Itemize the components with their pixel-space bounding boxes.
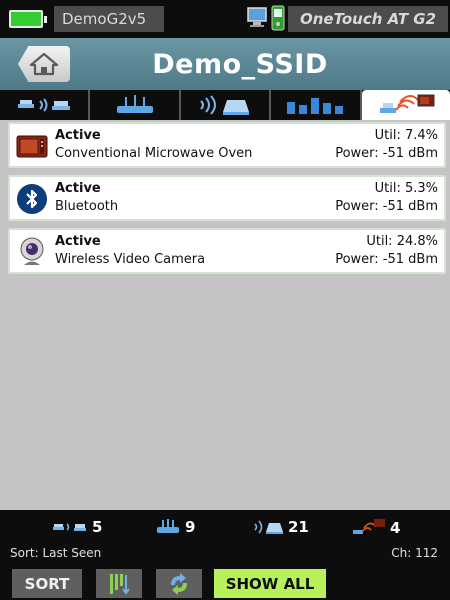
sort-status: Sort: Last Seen [10,546,102,560]
access-point-icon [157,519,179,533]
home-button[interactable] [18,46,70,82]
list-item[interactable]: Active Bluetooth Util: 5.3% Power: -51 d… [8,175,446,221]
tab-access-points[interactable] [90,90,181,120]
access-points-count[interactable]: 9 [155,518,195,536]
access-point-icon [116,95,153,113]
channel-signal-icon [200,95,250,115]
battery-icon [9,10,47,28]
channel-status: Ch: 112 [391,546,438,560]
channels-count-value: 21 [288,518,309,536]
wireless-clients-icon [53,523,86,531]
item-power: Power: -51 dBm [335,146,438,161]
device-name: DemoG2v5 [54,6,164,32]
video-camera-icon [20,237,44,265]
tab-channel-utilization[interactable] [271,90,362,120]
refresh-button[interactable] [156,569,202,598]
bluetooth-icon [17,184,47,214]
show-all-button[interactable]: SHOW ALL [214,569,326,598]
item-status: Active [55,128,101,143]
sort-button[interactable]: SORT [12,569,82,598]
interferer-icon [379,94,435,113]
home-icon [29,52,59,76]
clients-count[interactable]: 5 [52,518,102,536]
wireless-clients-icon [18,98,71,112]
interferers-count-value: 4 [390,519,401,537]
microwave-oven-icon [16,135,48,158]
channels-count[interactable]: 21 [252,518,309,536]
item-util: Util: 5.3% [374,181,438,196]
tab-channels[interactable] [181,90,272,120]
list-item[interactable]: Active Wireless Video Camera Util: 24.8%… [8,228,446,274]
list-item[interactable]: Active Conventional Microwave Oven Util:… [8,122,446,168]
summary-counts: 5 9 21 4 [0,516,450,540]
item-util: Util: 7.4% [374,128,438,143]
status-bar: DemoG2v5 OneTouch AT G2 [0,0,450,38]
refresh-icon [171,572,187,595]
page-title: Demo_SSID [152,48,328,80]
title-bar: Demo_SSID [0,38,450,90]
item-name: Wireless Video Camera [55,252,206,267]
item-status: Active [55,181,101,196]
filter-button[interactable] [96,569,142,598]
product-name: OneTouch AT G2 [288,6,448,32]
footer: 5 9 21 4 Sort: Last Seen Ch: 112 SORT SH… [0,510,450,600]
item-util: Util: 24.8% [366,234,438,249]
filter-icon [110,573,130,595]
item-status: Active [55,234,101,249]
access-points-count-value: 9 [185,518,196,536]
channel-signal-icon [254,520,283,534]
clients-count-value: 5 [92,518,103,536]
item-power: Power: -51 dBm [335,252,438,267]
bar-chart-icon [287,98,344,114]
item-name: Bluetooth [55,199,119,214]
tab-strip [0,90,450,120]
pc-icon [247,7,267,27]
handheld-device-icon [271,5,285,31]
tab-clients[interactable] [0,90,91,120]
tab-interferers[interactable] [361,90,450,120]
item-power: Power: -51 dBm [335,199,438,214]
item-name: Conventional Microwave Oven [55,146,253,161]
interferers-count[interactable]: 4 [352,518,400,538]
interferer-icon [353,519,385,534]
interferer-list: Active Conventional Microwave Oven Util:… [0,120,450,510]
